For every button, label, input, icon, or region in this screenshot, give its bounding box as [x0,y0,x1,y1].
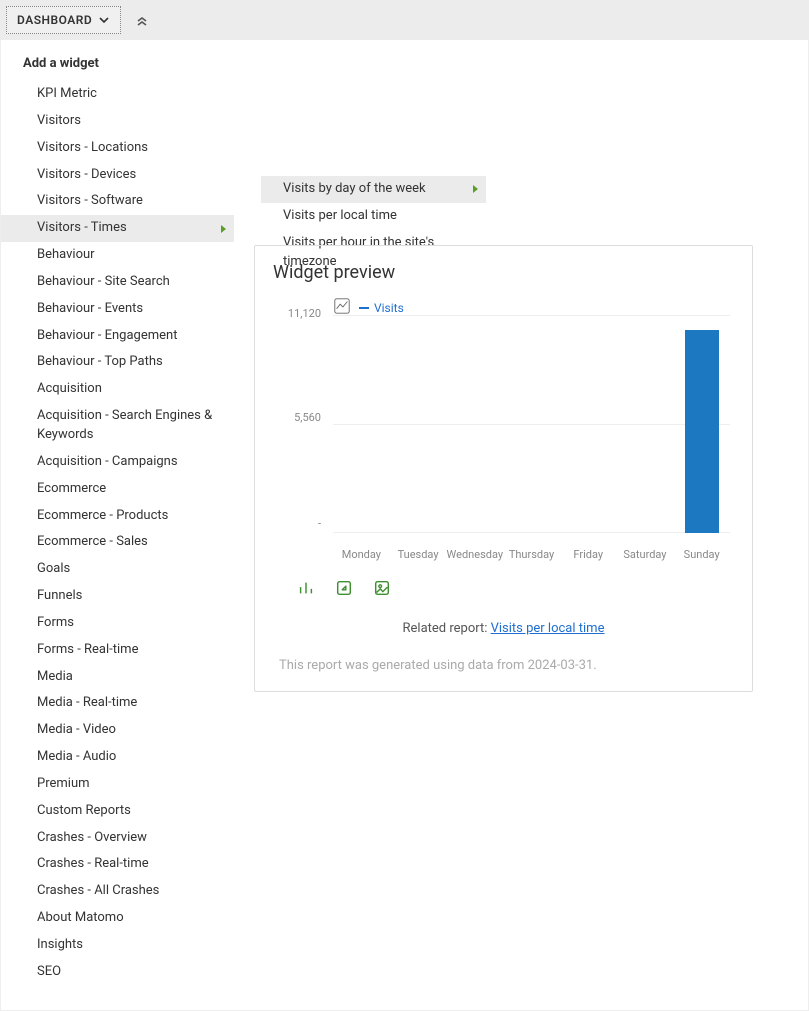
x-label: Sunday [673,548,730,561]
bar-slot [617,315,674,533]
menu-item[interactable]: About Matomo [1,905,234,932]
export-icon[interactable] [335,579,353,601]
submenu-item[interactable]: Visits per local time [261,203,486,230]
double-chevron-up-icon [135,13,149,27]
related-prefix: Related report: [403,621,491,636]
menu-item[interactable]: Acquisition - Campaigns [1,449,234,476]
bar-slot [333,315,390,533]
menu-item[interactable]: Forms - Real-time [1,637,234,664]
menu-item[interactable]: Insights [1,932,234,959]
bar[interactable] [685,330,719,533]
widget-preview-box: Widget preview 11,120 5,560 - Visits [254,245,753,692]
menu-item[interactable]: Media [1,664,234,691]
bar-slot [673,315,730,533]
menu-item[interactable]: Forms [1,610,234,637]
x-label: Tuesday [390,548,447,561]
menu-item[interactable]: Behaviour - Events [1,296,234,323]
menu-item[interactable]: Behaviour - Top Paths [1,349,234,376]
topbar: DASHBOARD [0,0,809,40]
bars-container [333,315,730,533]
chevron-down-icon [98,14,110,26]
menu-item[interactable]: Visitors - Software [1,188,234,215]
menu-item[interactable]: SEO [1,959,234,986]
generated-note: This report was generated using data fro… [279,658,734,673]
collapse-button[interactable] [135,13,149,27]
menu-item[interactable]: Behaviour [1,242,234,269]
menu-item[interactable]: Acquisition [1,376,234,403]
y-tick-mid: 5,560 [277,411,321,424]
x-label: Saturday [617,548,674,561]
menu-item[interactable]: Visitors - Locations [1,135,234,162]
widget-category-menu: KPI MetricVisitorsVisitors - LocationsVi… [1,81,234,986]
menu-item[interactable]: Media - Video [1,717,234,744]
image-icon[interactable] [373,579,391,601]
y-tick-top: 11,120 [277,307,321,320]
x-labels: MondayTuesdayWednesdayThursdayFridaySatu… [333,548,730,561]
related-report-link[interactable]: Visits per local time [491,621,605,636]
panel-title: Add a widget [1,56,808,81]
menu-item[interactable]: Visitors [1,108,234,135]
dashboard-label: DASHBOARD [17,13,92,27]
menu-item[interactable]: Acquisition - Search Engines & Keywords [1,403,234,449]
menu-item[interactable]: Crashes - All Crashes [1,878,234,905]
menu-item[interactable]: Ecommerce - Sales [1,529,234,556]
submenu-item[interactable]: Visits by day of the week [261,176,486,203]
x-label: Thursday [503,548,560,561]
chart-area: 11,120 5,560 - Visits MondayTuesdayWedne… [283,301,734,561]
bar-chart-icon[interactable] [297,579,315,601]
bar-slot [390,315,447,533]
menu-item[interactable]: Goals [1,556,234,583]
bar-slot [446,315,503,533]
menu-item[interactable]: Crashes - Real-time [1,851,234,878]
legend-series[interactable]: Visits [359,301,404,315]
dashboard-dropdown[interactable]: DASHBOARD [6,6,121,34]
x-label: Friday [560,548,617,561]
legend-series-label: Visits [374,301,404,315]
related-report: Related report: Visits per local time [273,621,734,636]
bar-slot [503,315,560,533]
add-widget-panel: Add a widget KPI MetricVisitorsVisitors … [0,40,809,1011]
menu-item[interactable]: Visitors - Devices [1,162,234,189]
menu-item[interactable]: Behaviour - Site Search [1,269,234,296]
plot-region [333,315,730,533]
menu-item[interactable]: Premium [1,771,234,798]
bar-slot [560,315,617,533]
menu-item[interactable]: Ecommerce - Products [1,503,234,530]
menu-item[interactable]: Media - Audio [1,744,234,771]
preview-title: Widget preview [273,262,734,283]
legend-dash-icon [359,307,369,309]
menu-item[interactable]: Custom Reports [1,798,234,825]
y-tick-bot: - [277,517,321,530]
menu-item[interactable]: Funnels [1,583,234,610]
menu-item[interactable]: Behaviour - Engagement [1,323,234,350]
menu-item[interactable]: Crashes - Overview [1,825,234,852]
menu-item[interactable]: Media - Real-time [1,690,234,717]
menu-item[interactable]: KPI Metric [1,81,234,108]
chart-actions [297,579,734,601]
x-label: Wednesday [446,548,503,561]
menu-item[interactable]: Visitors - Times [1,215,234,242]
x-label: Monday [333,548,390,561]
menu-item[interactable]: Ecommerce [1,476,234,503]
